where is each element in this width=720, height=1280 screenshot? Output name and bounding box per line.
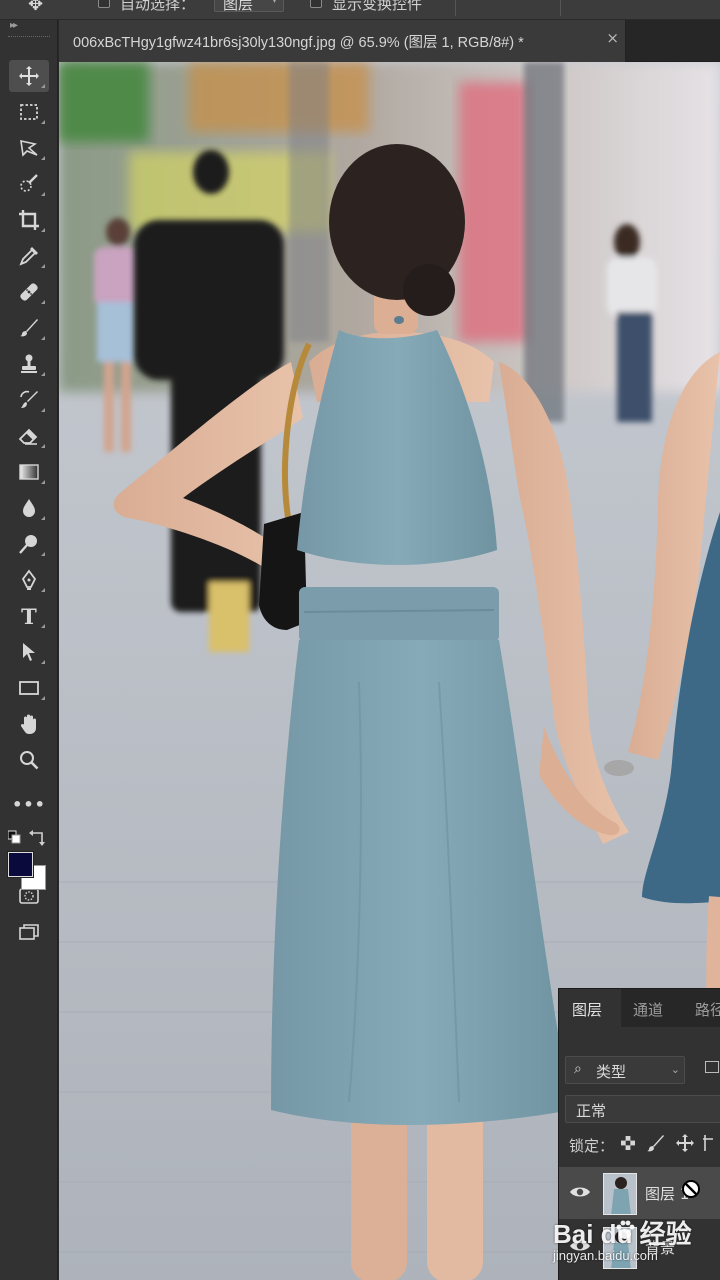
crop-tool[interactable] xyxy=(9,204,49,236)
move-icon xyxy=(19,66,39,86)
move-tool[interactable] xyxy=(9,60,49,92)
arrow-cursor-icon xyxy=(23,643,35,661)
path-selection-tool[interactable] xyxy=(9,636,49,668)
watermark-site: jingyan.baidu.com xyxy=(553,1248,658,1263)
quick-selection-icon xyxy=(20,174,38,192)
show-transform-checkbox[interactable] xyxy=(310,0,322,8)
rectangle-tool[interactable] xyxy=(9,672,49,704)
pen-icon xyxy=(21,569,37,590)
lock-label: 锁定： xyxy=(569,1137,615,1155)
eyedropper-icon xyxy=(19,247,38,266)
distribute-icon[interactable] xyxy=(668,0,682,8)
eraser-tool[interactable] xyxy=(9,420,49,452)
polygonal-lasso-icon xyxy=(20,139,38,157)
document-tab-title: 006xBcTHgy1gfwz41br6sj30ly130ngf.jpg @ 6… xyxy=(73,35,524,51)
tab-channels[interactable]: 通道 xyxy=(621,989,683,1027)
rectangular-marquee-icon xyxy=(20,104,38,120)
crop-icon xyxy=(19,210,39,230)
eyedropper-tool[interactable] xyxy=(9,240,49,272)
eraser-icon xyxy=(18,428,38,445)
lock-transparent-pixels-icon[interactable] xyxy=(621,1136,635,1150)
divider xyxy=(560,0,561,16)
align-bottom-icon[interactable] xyxy=(526,0,540,8)
align-middle-icon[interactable] xyxy=(500,0,514,8)
pen-tool[interactable] xyxy=(9,564,49,596)
divider xyxy=(455,0,456,16)
tab-paths[interactable]: 路径 xyxy=(683,989,720,1027)
dodge-icon xyxy=(19,535,37,554)
blend-mode-value: 正常 xyxy=(576,1102,607,1120)
close-icon[interactable]: × xyxy=(606,29,619,47)
layer-row-layer-1[interactable]: 图层 1 xyxy=(559,1167,720,1219)
layers-panel-tabs: 图层 通道 路径 xyxy=(559,989,720,1027)
rectangle-shape-icon xyxy=(19,681,39,695)
clone-stamp-tool[interactable] xyxy=(9,348,49,380)
chevron-down-icon: ▾ xyxy=(271,0,277,6)
move-options-icon[interactable]: ✥ xyxy=(28,0,43,15)
align-left-icon[interactable] xyxy=(572,0,586,8)
bandage-icon xyxy=(20,283,38,301)
gradient-tool[interactable] xyxy=(9,456,49,488)
lock-position-icon[interactable] xyxy=(676,1134,694,1152)
lasso-tool[interactable] xyxy=(9,132,49,164)
default-colors-icon[interactable] xyxy=(8,830,21,844)
auto-select-target-dropdown[interactable]: 图层 ▾ xyxy=(214,0,284,13)
screen-mode-icon xyxy=(19,924,39,940)
auto-select-checkbox[interactable] xyxy=(98,0,110,8)
watermark: Bai du 经验 jingyan.baidu.com xyxy=(553,1214,720,1280)
default-swap-colors xyxy=(8,830,45,846)
blur-tool[interactable] xyxy=(9,492,49,524)
align-right-icon[interactable] xyxy=(636,0,650,8)
collapse-panel-icon[interactable]: ▸▸ xyxy=(10,20,18,31)
screen-mode-button[interactable] xyxy=(9,916,49,948)
lock-artboard-icon[interactable] xyxy=(703,1135,713,1151)
layer-filter-value: 类型 xyxy=(596,1063,627,1081)
gradient-icon xyxy=(19,464,39,480)
marquee-tool[interactable] xyxy=(9,96,49,128)
paw-logo-icon xyxy=(616,1220,635,1239)
image-filter-icon[interactable] xyxy=(705,1061,719,1073)
history-brush-tool[interactable] xyxy=(9,384,49,416)
panel-grip[interactable] xyxy=(8,36,50,39)
document-tab-bar: 006xBcTHgy1gfwz41br6sj30ly130ngf.jpg @ 6… xyxy=(59,20,720,62)
layer-thumbnail xyxy=(603,1173,637,1215)
brush-icon xyxy=(20,319,38,337)
swap-colors-icon[interactable] xyxy=(29,830,45,846)
tools-panel: ▸▸ T ••• xyxy=(0,20,58,1280)
brush-tool[interactable] xyxy=(9,312,49,344)
chevron-down-icon: ⌄ xyxy=(670,1063,680,1076)
foreground-color-swatch[interactable] xyxy=(7,851,34,878)
more-icon: ••• xyxy=(12,794,46,814)
auto-select-label: 自动选择： xyxy=(120,0,196,13)
healing-brush-tool[interactable] xyxy=(9,276,49,308)
hand-tool[interactable] xyxy=(9,708,49,740)
show-transform-label: 显示变换控件 xyxy=(332,0,423,13)
blend-mode-dropdown[interactable]: 正常 xyxy=(565,1095,720,1123)
search-icon: ⌕ xyxy=(574,1061,582,1077)
water-drop-icon xyxy=(23,499,35,517)
history-brush-icon xyxy=(20,390,38,408)
quick-selection-tool[interactable] xyxy=(9,168,49,200)
align-top-icon[interactable] xyxy=(474,0,488,8)
lock-image-pixels-icon[interactable] xyxy=(647,1135,664,1152)
document-tab[interactable]: 006xBcTHgy1gfwz41br6sj30ly130ngf.jpg @ 6… xyxy=(59,20,626,62)
magnifier-icon xyxy=(20,751,39,770)
tab-layers[interactable]: 图层 xyxy=(559,989,621,1027)
no-entry-cursor-icon xyxy=(682,1180,700,1198)
edit-toolbar-button[interactable]: ••• xyxy=(9,788,49,820)
dodge-tool[interactable] xyxy=(9,528,49,560)
zoom-tool[interactable] xyxy=(9,744,49,776)
type-icon: T xyxy=(21,603,37,629)
hand-icon xyxy=(20,714,36,734)
lock-options xyxy=(621,1134,713,1152)
align-center-icon[interactable] xyxy=(604,0,618,8)
options-bar: ✥ 自动选择： 图层 ▾ 显示变换控件 xyxy=(0,0,720,20)
auto-select-target-value: 图层 xyxy=(223,0,254,13)
type-tool[interactable]: T xyxy=(9,600,49,632)
stamp-icon xyxy=(21,354,37,373)
layer-filter-dropdown[interactable]: ⌕ 类型 ⌄ xyxy=(565,1056,685,1084)
visibility-eye-icon[interactable] xyxy=(569,1183,591,1201)
